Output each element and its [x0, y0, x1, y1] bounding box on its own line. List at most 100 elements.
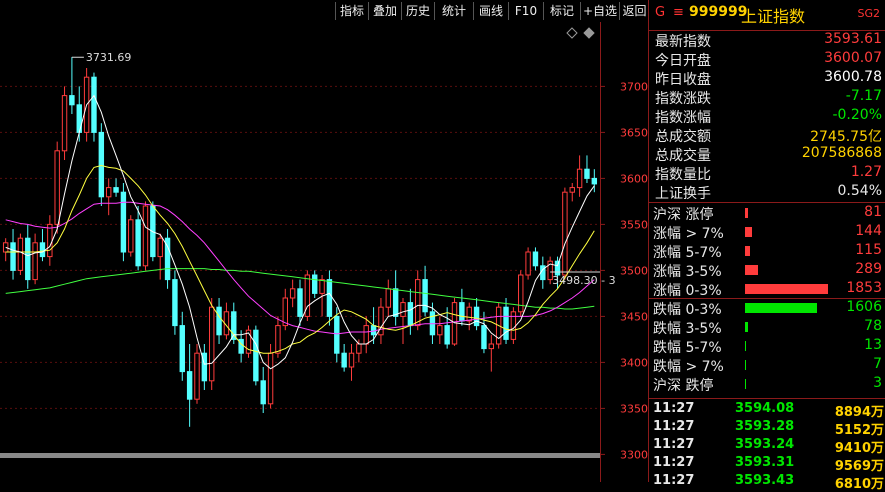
- max-price-label: 3731.69: [86, 51, 132, 64]
- last-price-label: 3498.30 - 3: [552, 274, 615, 287]
- toolbar-add-watchlist-button[interactable]: +自选: [580, 2, 619, 20]
- toolbar-indicator-button[interactable]: 指标: [335, 2, 368, 20]
- breadth-row: 涨幅 > 7% 144: [649, 223, 885, 242]
- breadth-label: 涨幅 > 7%: [653, 226, 724, 242]
- tick-price: 3593.43: [735, 473, 795, 488]
- breadth-bar: [745, 227, 752, 237]
- kline-chart[interactable]: 3300 3350 3400 3450 3500 3550 3600 3650 3700 373…: [0, 22, 648, 482]
- candle-body: [113, 187, 119, 193]
- candle-body: [128, 219, 134, 253]
- quote-value: 3600.07: [824, 50, 882, 66]
- candle-body: [105, 187, 112, 198]
- quote-label: 总成交额: [655, 129, 711, 145]
- toolbar-history-button[interactable]: 历史: [401, 2, 434, 20]
- candle-body: [348, 352, 355, 368]
- candle-body: [61, 95, 68, 152]
- candle-body: [98, 131, 105, 198]
- quote-row: 总成交额 2745.75亿: [649, 126, 885, 145]
- candle-body: [2, 242, 9, 253]
- candle-body: [518, 274, 524, 313]
- candle-body: [326, 279, 333, 317]
- quote-value: 2745.75亿: [810, 129, 882, 145]
- candle-body: [275, 325, 281, 354]
- tick-row[interactable]: 11:27 3593.28 5152万: [649, 419, 885, 438]
- y-tick-label: 3650: [620, 126, 648, 139]
- tick-time: 11:27: [653, 419, 695, 434]
- quote-label: 总成交量: [655, 148, 711, 164]
- tick-time: 11:27: [653, 455, 695, 470]
- candle-body: [142, 205, 149, 267]
- g-label[interactable]: G: [655, 5, 665, 20]
- breadth-row: 沪深 跌停 3: [649, 375, 885, 394]
- candle-body: [334, 315, 340, 354]
- candle-body: [415, 279, 421, 327]
- tick-row[interactable]: 11:27 3593.43 6810万: [649, 473, 885, 492]
- tick-price: 3593.31: [735, 455, 795, 470]
- y-tick-label: 3400: [620, 356, 648, 369]
- y-tick-label: 3500: [620, 264, 648, 277]
- quote-row: 指数涨幅 -0.20%: [649, 107, 885, 126]
- breadth-label: 沪深 跌停: [653, 378, 714, 394]
- quote-panel: G ≡ 999999 上证指数 SG2 最新指数 3593.61 今日开盘 3600.…: [648, 0, 885, 492]
- chart-scrollbar: [0, 453, 600, 458]
- quote-value: 3600.78: [824, 69, 882, 85]
- candle-body: [473, 306, 480, 327]
- breadth-label: 沪深 涨停: [653, 207, 714, 223]
- breadth-bar: [745, 265, 758, 275]
- quote-value: -7.17: [845, 88, 882, 104]
- chart-toolbar: 指标 叠加 历史 统计 画线 F10 标记 +自选 返回: [0, 0, 648, 22]
- y-tick-label: 3300: [620, 448, 648, 461]
- tick-row[interactable]: 11:27 3593.31 9569万: [649, 455, 885, 474]
- candle-body: [260, 380, 266, 405]
- candle-body: [179, 325, 185, 373]
- candle-body: [562, 191, 568, 276]
- candle-body: [400, 302, 406, 317]
- candle-body: [370, 325, 377, 336]
- menu-icon[interactable]: ≡: [673, 5, 684, 20]
- candle-body: [69, 95, 75, 106]
- tick-row[interactable]: 11:27 3593.24 9410万: [649, 437, 885, 456]
- breadth-value: 3: [873, 375, 882, 391]
- y-tick-label: 3350: [620, 402, 648, 415]
- tick-price: 3594.08: [735, 401, 795, 416]
- candle-body: [385, 288, 392, 308]
- candle-body: [363, 325, 369, 345]
- quote-label: 上证换手: [655, 186, 711, 202]
- quote-row: 指数量比 1.27: [649, 164, 885, 183]
- candle-body: [186, 371, 193, 400]
- breadth-row: 涨幅 0-3% 1853: [649, 280, 885, 299]
- candle-body: [282, 297, 288, 327]
- toolbar-f10-button[interactable]: F10: [508, 2, 543, 20]
- candle-body: [591, 177, 598, 185]
- quote-row: 昨日收盘 3600.78: [649, 69, 885, 88]
- quote-label: 昨日收盘: [655, 72, 711, 88]
- candle-body: [437, 325, 443, 336]
- candle-body: [481, 325, 487, 350]
- toolbar-mark-button[interactable]: 标记: [543, 2, 580, 20]
- quote-label: 今日开盘: [655, 53, 711, 69]
- diamond-icon: [566, 27, 578, 39]
- breadth-bar: [745, 341, 746, 351]
- diamond-filled-icon: [583, 27, 595, 39]
- breadth-label: 涨幅 0-3%: [653, 283, 722, 299]
- toolbar-overlay-button[interactable]: 叠加: [368, 2, 401, 20]
- quote-value: 1.27: [850, 164, 882, 180]
- toolbar-stats-button[interactable]: 统计: [434, 2, 473, 20]
- quote-row: 最新指数 3593.61: [649, 31, 885, 50]
- breadth-value: 81: [864, 204, 882, 220]
- toolbar-back-button[interactable]: 返回: [619, 2, 649, 20]
- breadth-value: 13: [864, 337, 882, 353]
- candle-body: [32, 242, 38, 281]
- tick-time: 11:27: [653, 401, 695, 416]
- kline-chart-svg[interactable]: 3300 3350 3400 3450 3500 3550 3600 3650 3700 373…: [0, 22, 648, 482]
- breadth-row: 涨幅 5-7% 115: [649, 242, 885, 261]
- breadth-label: 涨幅 3-5%: [653, 264, 722, 280]
- breadth-bar: [745, 322, 748, 332]
- breadth-value: 144: [855, 223, 882, 239]
- tick-row[interactable]: 11:27 3594.08 8894万: [649, 401, 885, 420]
- toolbar-draw-button[interactable]: 画线: [473, 2, 508, 20]
- candle-body: [422, 279, 428, 313]
- sg2-badge[interactable]: SG2: [857, 7, 880, 20]
- divider: [649, 398, 885, 399]
- candle-body: [17, 237, 24, 271]
